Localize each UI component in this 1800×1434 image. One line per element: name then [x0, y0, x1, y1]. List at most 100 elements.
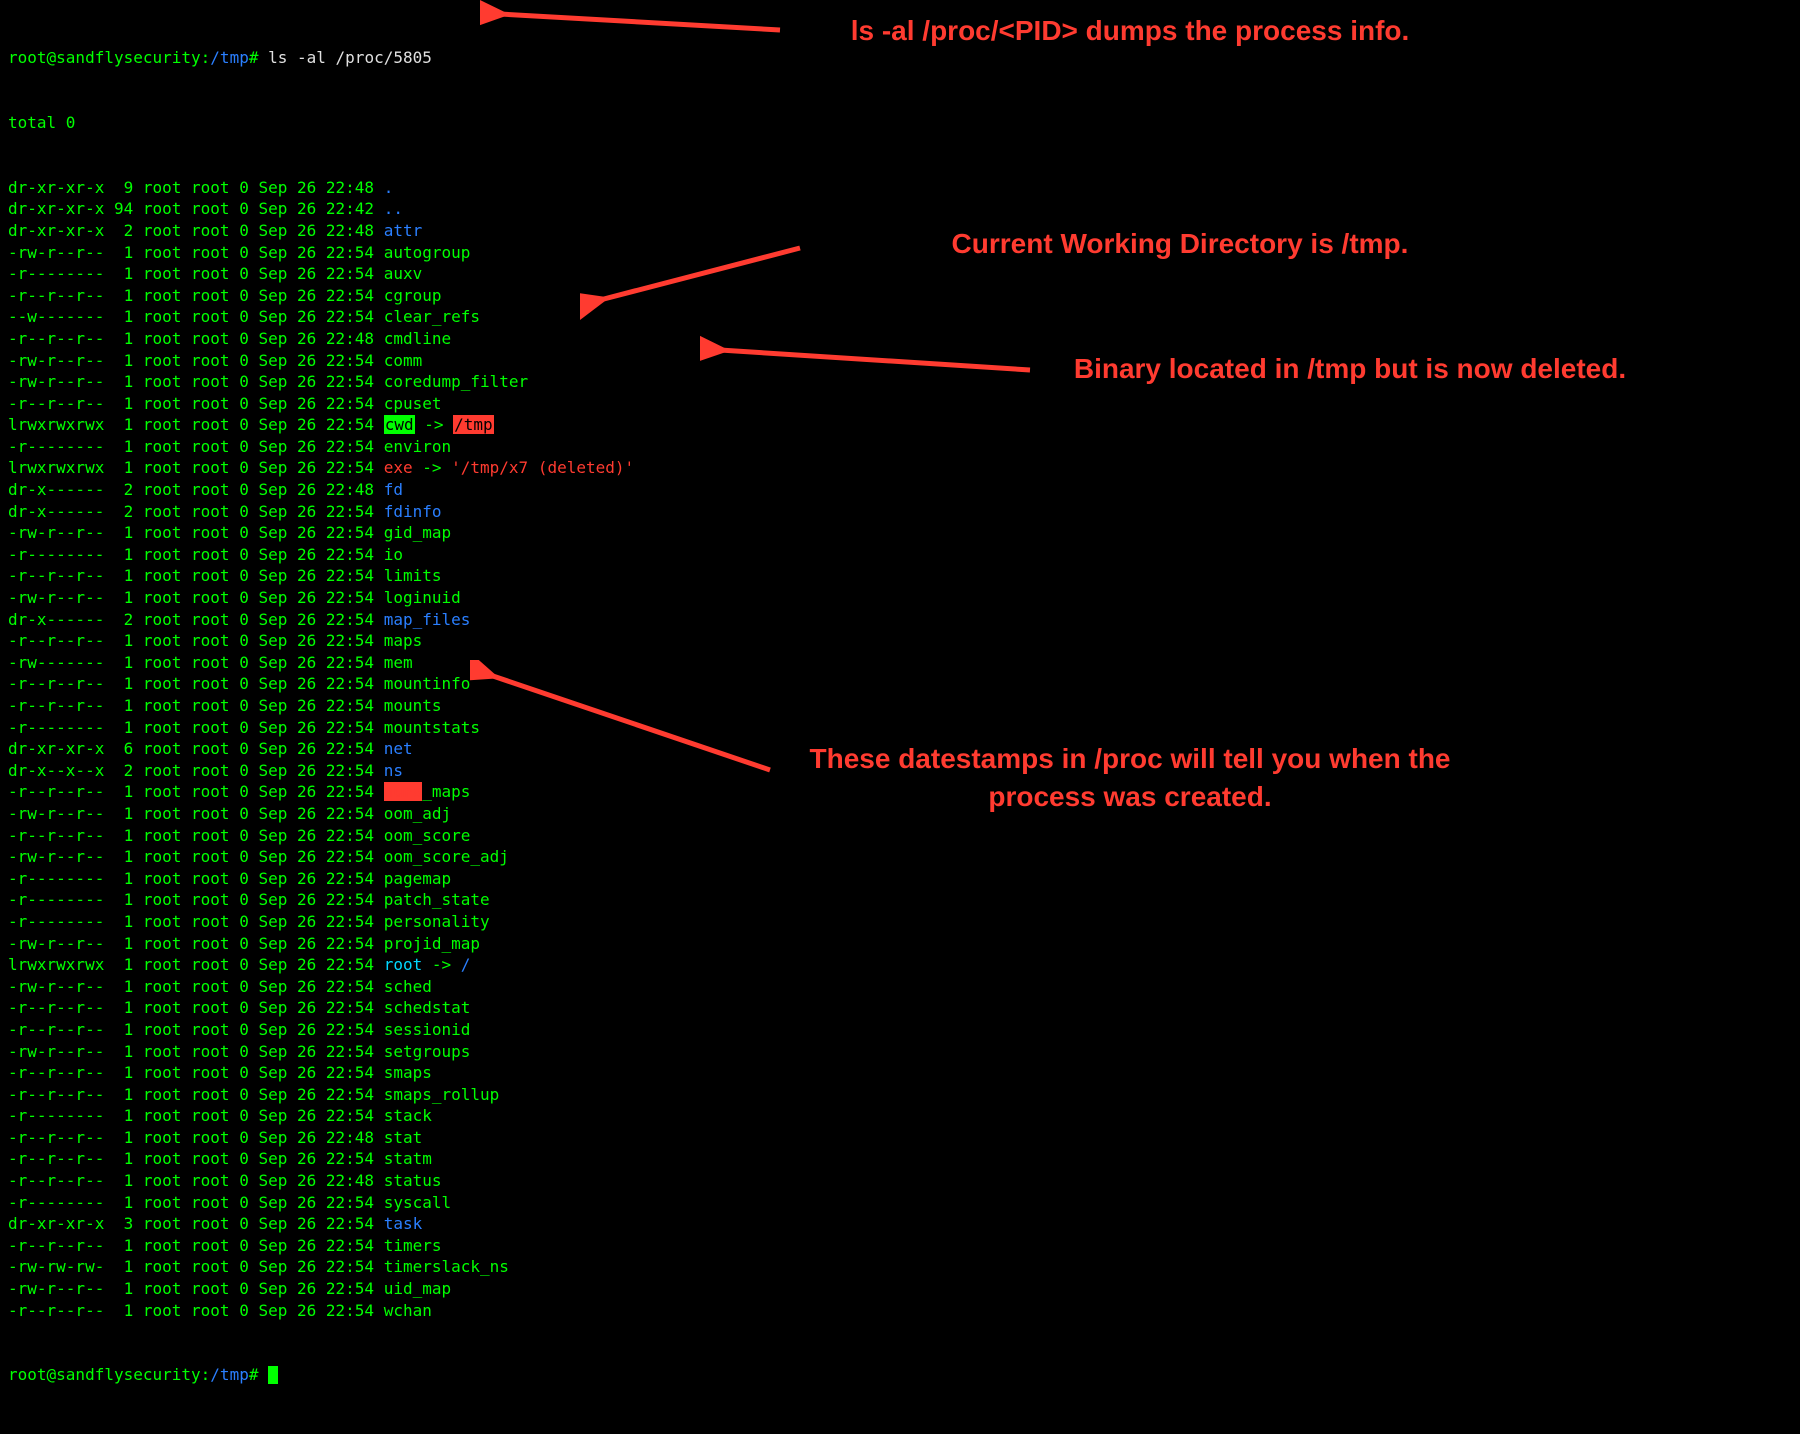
row-meta: -rw-r--r-- 1 root root 0 Sep 26 22:54 [8, 934, 384, 953]
file-name: stack [384, 1106, 432, 1125]
listing-row: dr-x------ 2 root root 0 Sep 26 22:54 fd… [8, 501, 1792, 523]
listing-row: -r--r--r-- 1 root root 0 Sep 26 22:54 se… [8, 1019, 1792, 1041]
file-name: timerslack_ns [384, 1257, 509, 1276]
row-meta: -r--r--r-- 1 root root 0 Sep 26 22:54 [8, 1149, 384, 1168]
file-name: sched [384, 977, 432, 996]
row-meta: -r--r--r-- 1 root root 0 Sep 26 22:54 [8, 826, 384, 845]
listing-row: -r--r--r-- 1 root root 0 Sep 26 22:54 ma… [8, 630, 1792, 652]
listing-row: -r--r--r-- 1 root root 0 Sep 26 22:54 sm… [8, 1062, 1792, 1084]
file-name: timers [384, 1236, 442, 1255]
file-name: status [384, 1171, 442, 1190]
file-name: clear_refs [384, 307, 480, 326]
terminal-window[interactable]: root@sandflysecurity:/tmp# ls -al /proc/… [0, 0, 1800, 1412]
row-meta: -r--r--r-- 1 root root 0 Sep 26 22:54 [8, 696, 384, 715]
listing-row: -rw-r--r-- 1 root root 0 Sep 26 22:54 sc… [8, 976, 1792, 998]
file-name: loginuid [384, 588, 461, 607]
file-name: autogroup [384, 243, 471, 262]
command-text: ls -al /proc/5805 [268, 48, 432, 67]
file-name: sessionid [384, 1020, 471, 1039]
file-name: mem [384, 653, 413, 672]
listing-row: lrwxrwxrwx 1 root root 0 Sep 26 22:54 ex… [8, 457, 1792, 479]
listing-row: -r--r--r-- 1 root root 0 Sep 26 22:54 mo… [8, 695, 1792, 717]
file-name: schedstat [384, 998, 471, 1017]
listing-row: -r--r--r-- 1 root root 0 Sep 26 22:54 oo… [8, 825, 1792, 847]
file-name: comm [384, 351, 423, 370]
row-meta: -r--r--r-- 1 root root 0 Sep 26 22:54 [8, 782, 384, 801]
listing-row: --w------- 1 root root 0 Sep 26 22:54 cl… [8, 306, 1792, 328]
prompt-line-2[interactable]: root@sandflysecurity:/tmp# [8, 1364, 1792, 1386]
listing-row: -rw-r--r-- 1 root root 0 Sep 26 22:54 lo… [8, 587, 1792, 609]
row-meta: -r--r--r-- 1 root root 0 Sep 26 22:54 [8, 394, 384, 413]
file-name: projid_map [384, 934, 480, 953]
listing-row: -r--r--r-- 1 root root 0 Sep 26 22:54 cg… [8, 285, 1792, 307]
listing-row: -rw-r--r-- 1 root root 0 Sep 26 22:54 se… [8, 1041, 1792, 1063]
row-meta: -rw-rw-rw- 1 root root 0 Sep 26 22:54 [8, 1257, 384, 1276]
prompt-cwd: /tmp [210, 48, 249, 67]
listing-row: -r-------- 1 root root 0 Sep 26 22:54 pe… [8, 911, 1792, 933]
row-meta: -r--r--r-- 1 root root 0 Sep 26 22:54 [8, 631, 384, 650]
row-meta: dr-xr-xr-x 9 root root 0 Sep 26 22:48 [8, 178, 384, 197]
exe-link-name: exe [384, 458, 413, 477]
listing-row: -r--r--r-- 1 root root 0 Sep 26 22:54 wc… [8, 1300, 1792, 1322]
row-meta: dr-x------ 2 root root 0 Sep 26 22:54 [8, 502, 384, 521]
row-meta: -r--r--r-- 1 root root 0 Sep 26 22:48 [8, 329, 384, 348]
prompt-line: root@sandflysecurity:/tmp# ls -al /proc/… [8, 47, 1792, 69]
row-meta: -r--r--r-- 1 root root 0 Sep 26 22:54 [8, 286, 384, 305]
file-name: cmdline [384, 329, 451, 348]
row-meta: -r--r--r-- 1 root root 0 Sep 26 22:54 [8, 566, 384, 585]
annotation-cwd: Current Working Directory is /tmp. [800, 225, 1560, 263]
listing-row: -r--r--r-- 1 root root 0 Sep 26 22:48 st… [8, 1127, 1792, 1149]
listing-row: dr-x------ 2 root root 0 Sep 26 22:48 fd [8, 479, 1792, 501]
row-meta: -rw-r--r-- 1 root root 0 Sep 26 22:54 [8, 372, 384, 391]
listing-row: -r-------- 1 root root 0 Sep 26 22:54 mo… [8, 717, 1792, 739]
annotation-exe-deleted: Binary located in /tmp but is now delete… [1040, 350, 1660, 388]
row-meta: -r-------- 1 root root 0 Sep 26 22:54 [8, 869, 384, 888]
row-meta: -rw------- 1 root root 0 Sep 26 22:54 [8, 653, 384, 672]
cursor [268, 1366, 278, 1384]
file-name: patch_state [384, 890, 490, 909]
listing-row: -rw-r--r-- 1 root root 0 Sep 26 22:54 gi… [8, 522, 1792, 544]
file-name: maps [384, 631, 423, 650]
file-name: cpuset [384, 394, 442, 413]
listing-row: -r--r--r-- 1 root root 0 Sep 26 22:54 st… [8, 1148, 1792, 1170]
row-meta: -rw-r--r-- 1 root root 0 Sep 26 22:54 [8, 804, 384, 823]
file-name: syscall [384, 1193, 451, 1212]
row-meta: -r-------- 1 root root 0 Sep 26 22:54 [8, 890, 384, 909]
row-meta: -r--r--r-- 1 root root 0 Sep 26 22:54 [8, 998, 384, 1017]
row-meta: dr-x------ 2 root root 0 Sep 26 22:48 [8, 480, 384, 499]
row-meta: -r--r--r-- 1 root root 0 Sep 26 22:54 [8, 1063, 384, 1082]
listing-row: -r--r--r-- 1 root root 0 Sep 26 22:48 cm… [8, 328, 1792, 350]
file-name: environ [384, 437, 451, 456]
prompt-userhost: root@sandflysecurity [8, 48, 201, 67]
listing-row: -r-------- 1 root root 0 Sep 26 22:54 st… [8, 1105, 1792, 1127]
row-meta: -rw-r--r-- 1 root root 0 Sep 26 22:54 [8, 1042, 384, 1061]
listing-row: lrwxrwxrwx 1 root root 0 Sep 26 22:54 cw… [8, 414, 1792, 436]
row-meta: -r--r--r-- 1 root root 0 Sep 26 22:48 [8, 1171, 384, 1190]
file-name: cgroup [384, 286, 442, 305]
listing-row: dr-xr-xr-x 3 root root 0 Sep 26 22:54 ta… [8, 1213, 1792, 1235]
listing-row: -r-------- 1 root root 0 Sep 26 22:54 io [8, 544, 1792, 566]
file-name: coredump_filter [384, 372, 529, 391]
row-meta: -rw-r--r-- 1 root root 0 Sep 26 22:54 [8, 1279, 384, 1298]
file-name: io [384, 545, 403, 564]
listing-row: -rw-rw-rw- 1 root root 0 Sep 26 22:54 ti… [8, 1256, 1792, 1278]
file-name: mounts [384, 696, 442, 715]
file-name: oom_score [384, 826, 471, 845]
row-meta: -r-------- 1 root root 0 Sep 26 22:54 [8, 545, 384, 564]
root-link-name: root [384, 955, 423, 974]
row-meta: -rw-r--r-- 1 root root 0 Sep 26 22:54 [8, 977, 384, 996]
listing-row: -r-------- 1 root root 0 Sep 26 22:54 sy… [8, 1192, 1792, 1214]
listing-row: lrwxrwxrwx 1 root root 0 Sep 26 22:54 ro… [8, 954, 1792, 976]
annotation-datestamps: These datestamps in /proc will tell you … [760, 740, 1500, 816]
file-name: setgroups [384, 1042, 471, 1061]
file-name: uid_map [384, 1279, 451, 1298]
file-name: attr [384, 221, 423, 240]
row-meta: -rw-r--r-- 1 root root 0 Sep 26 22:54 [8, 243, 384, 262]
file-name: personality [384, 912, 490, 931]
row-meta: dr-xr-xr-x 94 root root 0 Sep 26 22:42 [8, 199, 384, 218]
file-name: fd [384, 480, 403, 499]
file-name: stat [384, 1128, 423, 1147]
listing-row: -rw------- 1 root root 0 Sep 26 22:54 me… [8, 652, 1792, 674]
row-meta: -r--r--r-- 1 root root 0 Sep 26 22:54 [8, 674, 384, 693]
file-name: smaps [384, 1063, 432, 1082]
